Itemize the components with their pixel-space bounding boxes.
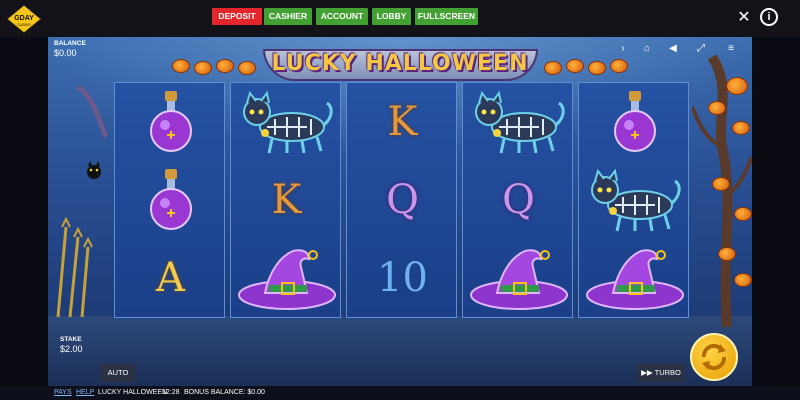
svg-text:CASINO: CASINO <box>17 23 31 27</box>
symbol-10: 10 <box>377 255 428 301</box>
spin-button[interactable] <box>690 333 738 381</box>
pumpkin-lantern-icon <box>734 207 752 221</box>
left-fence-decoration <box>56 84 109 318</box>
turbo-button[interactable]: ▶▶ TURBO <box>637 364 685 382</box>
status-footer: PAYS HELP LUCKY HALLOWEEN 12:28 BONUS BA… <box>0 386 800 400</box>
symbol-k: K <box>387 99 418 145</box>
symbol-q: Q <box>386 177 419 223</box>
symbol-letter: K <box>347 83 458 161</box>
witch-hat-icon <box>585 249 684 310</box>
pumpkin-lantern-icon <box>718 247 736 261</box>
black-cat-icon <box>590 168 681 232</box>
fullscreen-icon[interactable]: ⤢ <box>694 42 708 56</box>
fast-forward-icon: ▶▶ <box>641 368 655 377</box>
help-link[interactable]: HELP <box>76 389 94 396</box>
stake-value[interactable]: $2.00 <box>60 344 83 354</box>
footer-game-name: LUCKY HALLOWEEN <box>98 389 168 396</box>
clock: 12:28 <box>162 389 180 396</box>
symbol-a: A <box>156 255 185 301</box>
game-canvas: LUCKY HALLOWEEN BALANCE $0.00 › ⌂ ◀ ⤢ ≡ <box>48 37 752 386</box>
symbol-potion <box>115 161 226 239</box>
potion-icon <box>149 91 192 152</box>
home-icon[interactable]: ⌂ <box>640 42 654 56</box>
reel-1: A <box>114 82 225 318</box>
symbol-witch-hat <box>579 239 690 317</box>
svg-text:GDAY: GDAY <box>14 15 34 22</box>
witch-hat-icon <box>469 249 568 310</box>
symbol-letter: K <box>231 161 342 239</box>
reel-3: K Q 10 <box>346 82 457 318</box>
chevron-right-icon[interactable]: › <box>616 42 630 56</box>
account-button[interactable]: ACCOUNT <box>316 8 368 25</box>
potion-icon <box>149 169 192 230</box>
deposit-button[interactable]: DEPOSIT <box>212 8 262 25</box>
cashier-button[interactable]: CASHIER <box>264 8 312 25</box>
close-icon[interactable]: ✕ <box>734 8 754 28</box>
symbol-potion <box>115 83 226 161</box>
potion-icon <box>613 91 656 152</box>
reel-4: Q <box>462 82 573 318</box>
symbol-q: Q <box>502 177 535 223</box>
pays-link[interactable]: PAYS <box>54 389 72 396</box>
symbol-witch-hat <box>463 239 574 317</box>
reel-5 <box>578 82 689 318</box>
symbol-letter: 10 <box>347 239 458 317</box>
black-cat-icon <box>474 90 565 154</box>
symbol-letter: Q <box>463 161 574 239</box>
balance-label: BALANCE <box>54 40 86 47</box>
symbol-potion <box>579 83 690 161</box>
pumpkin-lantern-icon <box>726 77 748 95</box>
info-icon[interactable]: i <box>760 8 778 26</box>
menu-icon[interactable]: ≡ <box>724 42 738 56</box>
spin-arrows-icon <box>701 343 727 371</box>
pumpkin-lantern-icon <box>708 101 726 115</box>
pumpkin-lantern-icon <box>732 121 750 135</box>
black-cat-icon <box>242 90 333 154</box>
reel-2: K <box>230 82 341 318</box>
witch-hat-icon <box>237 249 336 310</box>
casino-window: GDAY CASINO DEPOSIT CASHIER ACCOUNT LOBB… <box>0 0 800 400</box>
balance-value: $0.00 <box>54 48 77 58</box>
autoplay-button[interactable]: AUTO <box>100 364 136 382</box>
bonus-balance: BONUS BALANCE: $0.00 <box>184 389 265 396</box>
symbol-cat <box>463 83 574 161</box>
stake-label: STAKE <box>60 336 82 343</box>
sound-icon[interactable]: ◀ <box>666 42 680 56</box>
gday-casino-logo[interactable]: GDAY CASINO <box>6 4 42 34</box>
symbol-k: K <box>271 177 302 223</box>
reel-grid: A K K Q 10 Q <box>114 82 692 318</box>
fullscreen-button[interactable]: FULLSCREEN <box>415 8 478 25</box>
symbol-cat <box>231 83 342 161</box>
symbol-witch-hat <box>231 239 342 317</box>
site-top-bar: GDAY CASINO DEPOSIT CASHIER ACCOUNT LOBB… <box>0 0 800 37</box>
pumpkin-lantern-icon <box>712 177 730 191</box>
symbol-cat <box>579 161 690 239</box>
pumpkin-lantern-icon <box>734 273 752 287</box>
symbol-letter: A <box>115 239 226 317</box>
symbol-letter: Q <box>347 161 458 239</box>
turbo-label: TURBO <box>654 368 681 377</box>
lobby-button[interactable]: LOBBY <box>372 8 411 25</box>
